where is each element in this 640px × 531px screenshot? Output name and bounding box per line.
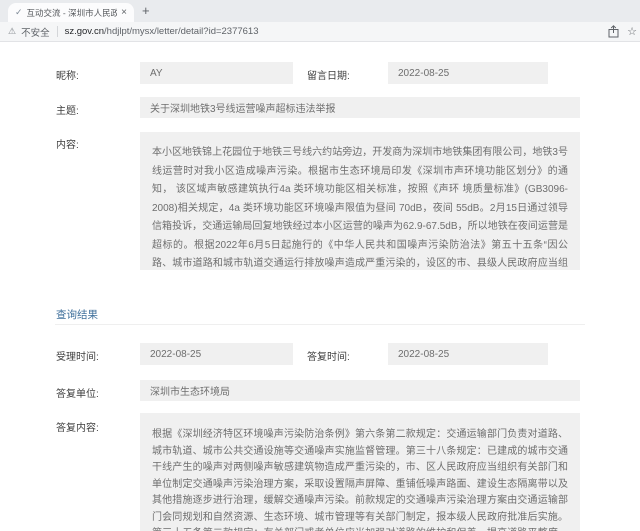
tab-strip: ✓ 互动交流 - 深圳市人民政府门户 × + [0, 0, 640, 22]
share-icon[interactable] [608, 25, 619, 38]
security-status-label[interactable]: 不安全 [21, 25, 50, 39]
reply-content-text: 根据《深圳经济特区环境噪声污染防治条例》第六条第二款规定：交通运输部门负责对道路… [152, 429, 568, 531]
url-path: /hdjlpt/mysx/letter/detail?id=2377613 [104, 26, 259, 37]
warning-triangle-icon: ⚠ [8, 26, 17, 36]
reply-content-field: 根据《深圳经济特区环境噪声污染防治条例》第六条第二款规定：交通运输部门负责对道路… [140, 413, 580, 531]
letter-detail-page: 昵称: AY 留言日期: 2022-08-25 主题: 关于深圳地铁3号线运营噪… [0, 42, 640, 531]
message-date-field: 2022-08-25 [388, 62, 548, 84]
content-text: 本小区地铁锦上花园位于地铁三号线六约站旁边，开发商为深圳市地铁集团有限公司，地铁… [152, 147, 568, 269]
reply-content-label: 答复内容: [56, 423, 99, 434]
url-divider [56, 26, 58, 37]
subject-label: 主题: [56, 106, 79, 117]
browser-tab[interactable]: ✓ 互动交流 - 深圳市人民政府门户 × [8, 3, 134, 22]
browser-window: ✓ 互动交流 - 深圳市人民政府门户 × + ⚠ 不安全 sz.gov.cn/h… [0, 0, 640, 531]
content-label: 内容: [56, 140, 79, 151]
message-date-label: 留言日期: [307, 71, 350, 82]
bookmark-star-icon[interactable]: ☆ [627, 25, 637, 38]
accept-time-field: 2022-08-25 [140, 343, 293, 365]
accept-time-label: 受理时间: [56, 352, 99, 363]
section-divider [55, 324, 585, 325]
site-favicon-icon: ✓ [15, 7, 23, 17]
reply-time-field: 2022-08-25 [388, 343, 548, 365]
content-field: 本小区地铁锦上花园位于地铁三号线六约站旁边，开发商为深圳市地铁集团有限公司，地铁… [140, 132, 580, 270]
tab-title: 互动交流 - 深圳市人民政府门户 [26, 7, 118, 18]
subject-value: 关于深圳地铁3号线运营噪声超标违法举报 [150, 104, 336, 115]
reply-unit-label: 答复单位: [56, 389, 99, 400]
tab-close-icon[interactable]: × [121, 7, 127, 18]
address-url[interactable]: sz.gov.cn/hdjlpt/mysx/letter/detail?id=2… [65, 26, 259, 37]
subject-field: 关于深圳地铁3号线运营噪声超标违法举报 [140, 97, 580, 118]
query-result-section-title: 查询结果 [56, 309, 98, 321]
nickname-value: AY [150, 67, 163, 79]
nickname-field: AY [140, 62, 293, 84]
nickname-label: 昵称: [56, 71, 79, 82]
reply-unit-field: 深圳市生态环境局 [140, 380, 580, 401]
accept-time-value: 2022-08-25 [150, 348, 202, 360]
url-domain: sz.gov.cn [64, 26, 105, 37]
message-date-value: 2022-08-25 [398, 67, 450, 79]
reply-unit-value: 深圳市生态环境局 [150, 387, 230, 398]
reply-time-value: 2022-08-25 [398, 348, 450, 360]
reply-time-label: 答复时间: [307, 352, 350, 363]
url-bar[interactable]: ⚠ 不安全 sz.gov.cn/hdjlpt/mysx/letter/detai… [0, 22, 640, 42]
new-tab-button[interactable]: + [142, 3, 150, 18]
